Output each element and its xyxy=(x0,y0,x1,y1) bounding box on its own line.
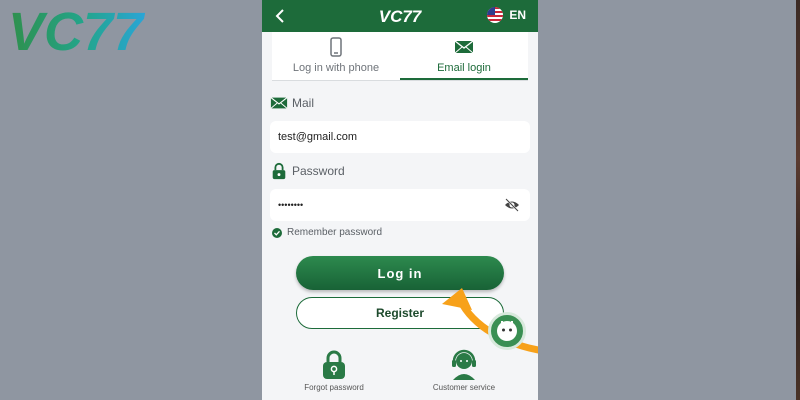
chat-bot-button[interactable] xyxy=(488,312,526,350)
app-logo-text: VC77 xyxy=(379,7,423,26)
remember-password-checkbox[interactable]: Remember password xyxy=(272,227,538,238)
login-button-label: Log in xyxy=(377,265,423,281)
password-field[interactable]: •••••••• xyxy=(270,189,530,221)
back-button[interactable] xyxy=(270,6,290,26)
tab-phone-login[interactable]: Log in with phone xyxy=(272,32,400,80)
headset-agent-icon xyxy=(452,349,476,380)
lock-icon xyxy=(323,350,345,379)
tab-email-label: Email login xyxy=(437,62,491,74)
mail-label-row: Mail xyxy=(270,91,538,115)
customer-service-label: Customer service xyxy=(432,383,496,392)
check-circle-icon xyxy=(272,227,282,238)
email-field[interactable]: test@gmail.com xyxy=(270,121,530,153)
robot-icon xyxy=(497,321,517,341)
password-value: •••••••• xyxy=(278,200,304,210)
brand-logo-text: VC77 xyxy=(8,2,146,58)
tab-phone-label: Log in with phone xyxy=(292,62,380,74)
chevron-left-icon xyxy=(275,9,284,23)
top-bar: VC77 EN xyxy=(262,0,538,32)
customer-service-link[interactable]: Customer service xyxy=(419,348,509,392)
remember-label: Remember password xyxy=(287,227,383,238)
email-value: test@gmail.com xyxy=(278,131,358,143)
tab-email-login[interactable]: Email login xyxy=(400,32,528,80)
language-selector[interactable]: EN xyxy=(487,7,526,23)
password-label-row: Password xyxy=(270,159,538,183)
mail-icon xyxy=(270,97,288,109)
eye-off-icon[interactable] xyxy=(504,197,520,213)
forgot-password-link[interactable]: Forgot password xyxy=(289,348,379,392)
password-label: Password xyxy=(292,164,345,178)
brand-logo: VC77 xyxy=(8,2,146,58)
phone-frame: VC77 EN Log in with phone Email login Ma… xyxy=(262,0,538,400)
lock-icon xyxy=(272,162,286,180)
register-button-label: Register xyxy=(375,306,425,320)
login-tabs: Log in with phone Email login xyxy=(272,32,528,80)
app-logo: VC77 xyxy=(379,7,423,26)
background-edge xyxy=(796,0,800,400)
login-button[interactable]: Log in xyxy=(296,256,504,290)
language-label: EN xyxy=(509,8,526,22)
mail-label: Mail xyxy=(292,96,315,110)
forgot-password-label: Forgot password xyxy=(304,383,364,392)
phone-icon xyxy=(330,37,342,57)
us-flag-icon xyxy=(487,7,504,23)
mail-icon xyxy=(454,40,474,54)
